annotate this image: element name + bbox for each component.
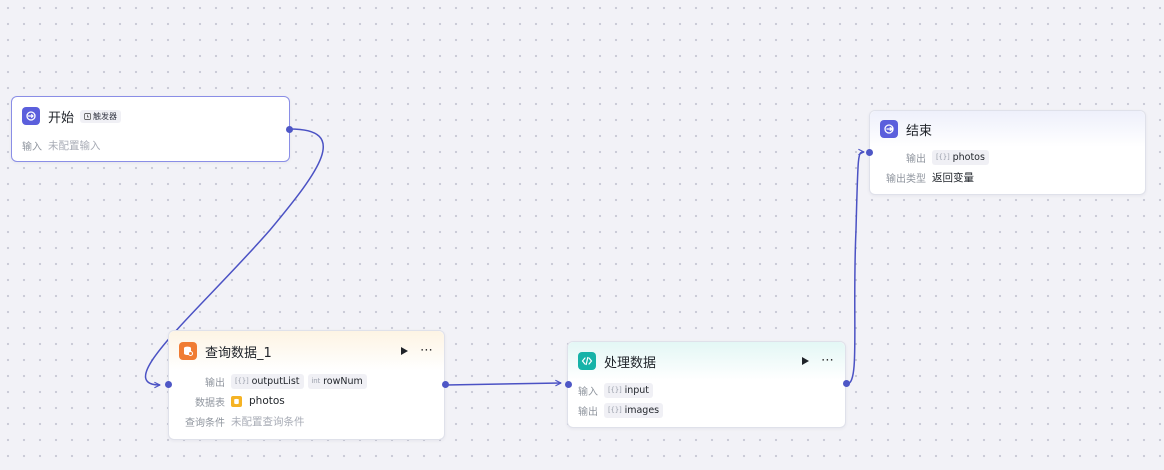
node-query-title: 查询数据_1 (205, 345, 272, 361)
node-end[interactable]: 结束 输出 [{}] photos 输出类型 返回变量 (869, 110, 1146, 195)
query-run-button[interactable] (398, 345, 410, 357)
play-icon (401, 347, 408, 355)
edge-query-to-process[interactable] (445, 383, 561, 385)
node-end-title: 结束 (906, 123, 933, 139)
output-chip-photos[interactable]: [{}] photos (932, 149, 989, 165)
node-process-title: 处理数据 (604, 355, 657, 371)
end-input-handle[interactable] (866, 149, 873, 156)
query-table-label: 数据表 (195, 397, 225, 409)
output-chip-images[interactable]: [{}] images (604, 402, 664, 418)
trigger-badge[interactable]: 触发器 (80, 109, 122, 123)
edge-process-to-end[interactable] (846, 152, 864, 385)
process-input-label: 输入 (578, 386, 598, 398)
query-more-button[interactable]: ⋯ (420, 344, 434, 357)
process-run-button[interactable] (799, 355, 811, 367)
end-output-label: 输出 (906, 153, 926, 165)
query-output-row: 输出 [{}] outputList int rowNum (169, 371, 444, 391)
process-input-row: 输入 [{}] input (568, 380, 845, 400)
node-start[interactable]: 开始 触发器 输入 未配置输入 (11, 96, 290, 162)
process-more-button[interactable]: ⋯ (821, 354, 835, 367)
end-output-type-value: 返回变量 (932, 171, 974, 184)
start-output-handle[interactable] (286, 126, 293, 133)
start-input-value: 未配置输入 (48, 139, 101, 152)
start-input-row: 输入 未配置输入 (12, 135, 289, 155)
query-table-row: 数据表 photos (169, 391, 444, 411)
start-input-label: 输入 (22, 141, 42, 153)
code-brackets-icon (578, 352, 596, 370)
trigger-icon (84, 112, 91, 120)
login-arrow-icon (22, 107, 40, 125)
process-output-row: 输出 [{}] images (568, 400, 845, 420)
process-input-handle[interactable] (565, 381, 572, 388)
query-table-value: photos (249, 395, 285, 407)
output-chip-outputlist[interactable]: [{}] outputList (231, 373, 304, 389)
node-start-header[interactable]: 开始 触发器 (12, 97, 289, 135)
process-output-label: 输出 (578, 406, 598, 418)
query-output-label: 输出 (205, 377, 225, 389)
query-condition-row: 查询条件 未配置查询条件 (169, 411, 444, 431)
input-chip-input[interactable]: [{}] input (604, 382, 654, 398)
play-icon (802, 357, 809, 365)
logout-arrow-icon (880, 120, 898, 138)
workflow-canvas[interactable]: 开始 触发器 输入 未配置输入 查询数据_1 ⋯ 输出 [{}] outputL… (0, 0, 1164, 470)
query-input-handle[interactable] (165, 381, 172, 388)
trigger-badge-label: 触发器 (93, 111, 118, 121)
node-start-title: 开始 (48, 110, 75, 126)
node-end-header[interactable]: 结束 (870, 111, 1145, 147)
process-output-handle[interactable] (843, 380, 850, 387)
end-output-type-label: 输出类型 (886, 173, 926, 185)
query-condition-label: 查询条件 (185, 417, 225, 429)
output-chip-rownum[interactable]: int rowNum (307, 373, 367, 389)
database-table-icon (231, 395, 242, 407)
node-query-header[interactable]: 查询数据_1 ⋯ (169, 331, 444, 371)
end-output-row: 输出 [{}] photos (870, 147, 1145, 167)
node-query[interactable]: 查询数据_1 ⋯ 输出 [{}] outputList int rowNum 数… (168, 330, 445, 440)
database-query-icon (179, 342, 197, 360)
query-condition-value: 未配置查询条件 (231, 415, 305, 428)
node-process-header[interactable]: 处理数据 ⋯ (568, 342, 845, 380)
query-output-handle[interactable] (442, 381, 449, 388)
end-output-type-row: 输出类型 返回变量 (870, 167, 1145, 187)
node-process[interactable]: 处理数据 ⋯ 输入 [{}] input 输出 [{}] images (567, 341, 846, 428)
